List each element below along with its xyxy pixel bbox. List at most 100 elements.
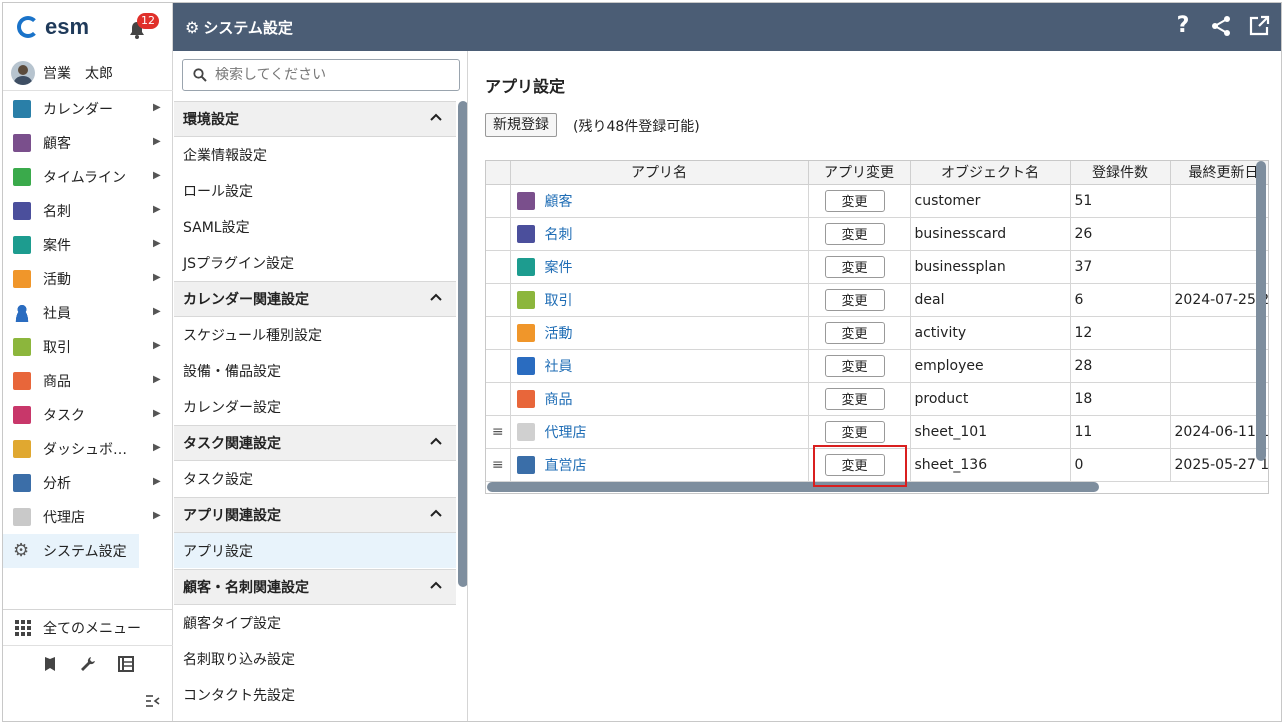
column-header-updated[interactable]: 最終更新日 <box>1170 161 1268 185</box>
settings-item[interactable]: タスク設定 <box>174 461 456 497</box>
settings-item[interactable]: カレンダー設定 <box>174 389 456 425</box>
chevron-up-icon[interactable] <box>430 579 442 593</box>
app-name-link[interactable]: 顧客 <box>545 191 573 211</box>
settings-item[interactable]: SAML設定 <box>174 209 456 245</box>
settings-item[interactable]: ロール設定 <box>174 173 456 209</box>
app-frame: esm 12 営業 太郎 カレンダー ▶ 顧客 ▶ タイムライン ▶ 名刺 ▶ 案件 ▶ 活動 ▶ 社員… <box>2 2 1282 722</box>
nav-item-building[interactable]: 顧客 ▶ <box>3 126 173 160</box>
settings-item[interactable]: 名刺取り込み設定 <box>174 641 456 677</box>
change-button[interactable]: 変更 <box>824 354 885 377</box>
table-row[interactable]: 名刺 変更 businesscard 26 <box>486 217 1268 251</box>
change-button[interactable]: 変更 <box>824 189 885 212</box>
settings-item[interactable]: アプリ設定 <box>174 533 456 569</box>
app-name-link[interactable]: 取引 <box>545 290 573 310</box>
settings-item[interactable]: 企業情報設定 <box>174 137 456 173</box>
app-icon <box>516 389 535 408</box>
column-header-app-name[interactable]: アプリ名 <box>510 161 809 185</box>
change-button[interactable]: 変更 <box>824 387 885 410</box>
column-header-app-change[interactable]: アプリ変更 <box>808 161 911 185</box>
column-header-count[interactable]: 登録件数 <box>1070 161 1171 185</box>
nav-item-person[interactable]: 社員 ▶ <box>3 296 173 330</box>
settings-item[interactable]: JSプラグイン設定 <box>174 245 456 281</box>
settings-item[interactable]: スケジュール種別設定 <box>174 317 456 353</box>
change-button[interactable]: 変更 <box>824 255 885 278</box>
settings-section-header[interactable]: アプリ関連設定 <box>174 497 456 533</box>
app-name-link[interactable]: 社員 <box>545 356 573 376</box>
settings-item[interactable]: コンタクト先設定 <box>174 677 456 713</box>
gear-icon: ⚙ <box>13 540 30 561</box>
page-title: アプリ設定 <box>485 77 566 96</box>
change-button[interactable]: 変更 <box>824 288 885 311</box>
nav-item-label: タイムライン <box>43 170 127 186</box>
nav-item-ledger[interactable]: 取引 ▶ <box>3 330 173 364</box>
table-vertical-scrollbar[interactable] <box>1256 161 1266 461</box>
nav-item-chat[interactable]: タイムライン ▶ <box>3 160 173 194</box>
settings-section-header[interactable]: カレンダー関連設定 <box>174 281 456 317</box>
help-icon[interactable]: ? <box>1171 13 1195 39</box>
nav-item-calendar[interactable]: カレンダー ▶ <box>3 92 173 126</box>
document-icon <box>13 508 31 526</box>
settings-section-header[interactable]: 顧客・名刺関連設定 <box>174 569 456 605</box>
table-row[interactable]: 社員 変更 employee 28 <box>486 349 1268 383</box>
main-menu: カレンダー ▶ 顧客 ▶ タイムライン ▶ 名刺 ▶ 案件 ▶ 活動 ▶ 社員 ▶ 取引 ▶ 商品 ▶ タスク ▶ ダッ… <box>3 92 173 568</box>
nav-item-clipboard[interactable]: 活動 ▶ <box>3 262 173 296</box>
chevron-up-icon[interactable] <box>430 111 442 125</box>
table-row[interactable]: 活動 変更 activity 12 <box>486 316 1268 350</box>
nav-item-check[interactable]: タスク ▶ <box>3 398 173 432</box>
app-name-link[interactable]: 名刺 <box>545 224 573 244</box>
table-row[interactable]: 顧客 変更 customer 51 <box>486 184 1268 218</box>
settings-section-header[interactable]: 環境設定 <box>174 101 456 137</box>
settings-scroll-thumb[interactable] <box>458 101 467 587</box>
collapse-menu-icon[interactable] <box>145 694 161 708</box>
esm-logo[interactable]: esm <box>17 13 89 41</box>
settings-scrollbar[interactable] <box>457 101 467 721</box>
chevron-up-icon[interactable] <box>430 435 442 449</box>
layout-icon[interactable] <box>117 655 135 673</box>
table-row[interactable]: ≡ 代理店 変更 sheet_101 11 2024-06-11 1 <box>486 415 1268 449</box>
nav-item-folder[interactable]: 案件 ▶ <box>3 228 173 262</box>
app-name-link[interactable]: 代理店 <box>545 422 587 442</box>
search-box[interactable] <box>182 59 460 91</box>
user-profile[interactable]: 営業 太郎 <box>3 55 173 91</box>
app-name-link[interactable]: 案件 <box>545 257 573 277</box>
chevron-right-icon: ▶ <box>153 272 161 283</box>
app-change-cell: 変更 <box>808 382 911 416</box>
wrench-icon[interactable] <box>79 655 97 673</box>
app-name-link[interactable]: 活動 <box>545 323 573 343</box>
count-cell: 18 <box>1070 382 1171 416</box>
nav-item-chart[interactable]: 分析 ▶ <box>3 466 173 500</box>
drag-handle-icon[interactable]: ≡ <box>486 448 511 482</box>
drag-handle-icon[interactable]: ≡ <box>486 415 511 449</box>
change-button[interactable]: 変更 <box>824 222 885 245</box>
table-row[interactable]: 案件 変更 businessplan 37 <box>486 250 1268 284</box>
nav-item-card[interactable]: 名刺 ▶ <box>3 194 173 228</box>
settings-item[interactable]: 顧客タイプ設定 <box>174 605 456 641</box>
settings-section-header[interactable]: タスク関連設定 <box>174 425 456 461</box>
search-input[interactable] <box>215 67 445 83</box>
nav-item-box[interactable]: 商品 ▶ <box>3 364 173 398</box>
settings-section-title: タスク関連設定 <box>183 436 281 452</box>
share-icon[interactable] <box>1209 13 1233 39</box>
chevron-right-icon: ▶ <box>153 102 161 113</box>
table-row[interactable]: 取引 変更 deal 6 2024-07-25 2 <box>486 283 1268 317</box>
table-row[interactable]: 商品 変更 product 18 <box>486 382 1268 416</box>
chevron-right-icon: ▶ <box>153 374 161 385</box>
app-name-link[interactable]: 直営店 <box>545 455 587 475</box>
bookmark-icon[interactable] <box>41 655 59 673</box>
column-header-object-name[interactable]: オブジェクト名 <box>910 161 1071 185</box>
nav-item-document[interactable]: 代理店 ▶ <box>3 500 173 534</box>
chevron-up-icon[interactable] <box>430 291 442 305</box>
updated-cell: 2024-07-25 2 <box>1170 283 1268 317</box>
nav-item-dashboard[interactable]: ダッシュボ… ▶ <box>3 432 173 466</box>
user-name: 営業 太郎 <box>43 65 113 82</box>
nav-item-gear[interactable]: ⚙ システム設定 <box>3 534 139 568</box>
change-button[interactable]: 変更 <box>824 321 885 344</box>
all-menu-button[interactable]: 全てのメニュー <box>3 610 173 646</box>
chevron-up-icon[interactable] <box>430 507 442 521</box>
settings-item[interactable]: 設備・備品設定 <box>174 353 456 389</box>
change-button[interactable]: 変更 <box>824 420 885 443</box>
open-external-icon[interactable] <box>1247 13 1271 39</box>
app-name-link[interactable]: 商品 <box>545 389 573 409</box>
table-horizontal-scrollbar[interactable] <box>487 482 1099 492</box>
new-register-button[interactable]: 新規登録 <box>485 113 557 137</box>
